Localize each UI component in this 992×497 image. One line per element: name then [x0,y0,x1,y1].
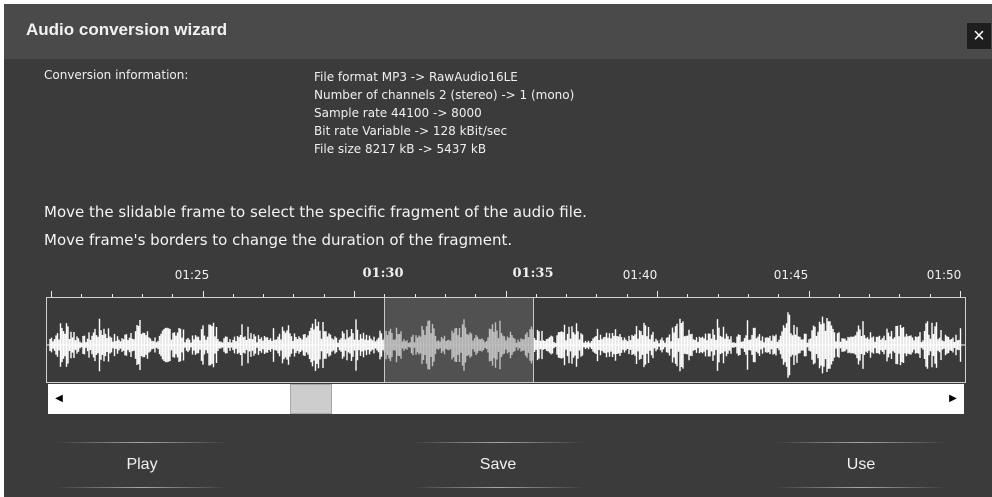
scroll-thumb[interactable] [290,384,332,414]
timeline-ruler: 01:25 01:30 01:35 01:40 01:45 01:50 [46,262,966,298]
instruction-resize-frame: Move frame's borders to change the durat… [44,231,513,249]
time-label-selection-end: 01:35 [512,266,554,281]
audio-conversion-dialog: Audio conversion wizard × Conversion inf… [4,4,992,497]
channels-info: Number of channels 2 (stereo) -> 1 (mono… [314,88,575,102]
use-button[interactable]: Use [775,442,947,488]
time-label-selection-start: 01:30 [362,266,404,281]
close-button[interactable]: × [967,23,991,49]
time-label: 01:45 [773,268,809,282]
scroll-right-arrow-icon[interactable]: ▶ [942,390,964,408]
time-label: 01:40 [622,268,658,282]
close-icon: × [973,25,985,47]
save-button[interactable]: Save [412,442,584,488]
instruction-move-frame: Move the slidable frame to select the sp… [44,203,587,221]
selection-frame[interactable] [384,298,534,382]
file-size-info: File size 8217 kB -> 5437 kB [314,142,487,156]
play-button[interactable]: Play [56,442,228,488]
conversion-info-label: Conversion information: [44,68,189,82]
file-format-info: File format MP3 -> RawAudio16LE [314,70,518,84]
sample-rate-info: Sample rate 44100 -> 8000 [314,106,482,120]
bit-rate-info: Bit rate Variable -> 128 kBit/sec [314,124,508,138]
scroll-left-arrow-icon[interactable]: ◀ [48,390,70,408]
time-label: 01:50 [926,268,962,282]
dialog-title: Audio conversion wizard [26,20,228,39]
horizontal-scrollbar[interactable]: ◀ ▶ [48,384,964,414]
time-label: 01:25 [174,268,210,282]
conversion-info-details: File format MP3 -> RawAudio16LE Number o… [314,68,574,158]
title-bar: Audio conversion wizard × [4,4,992,59]
waveform-view[interactable] [46,297,966,383]
